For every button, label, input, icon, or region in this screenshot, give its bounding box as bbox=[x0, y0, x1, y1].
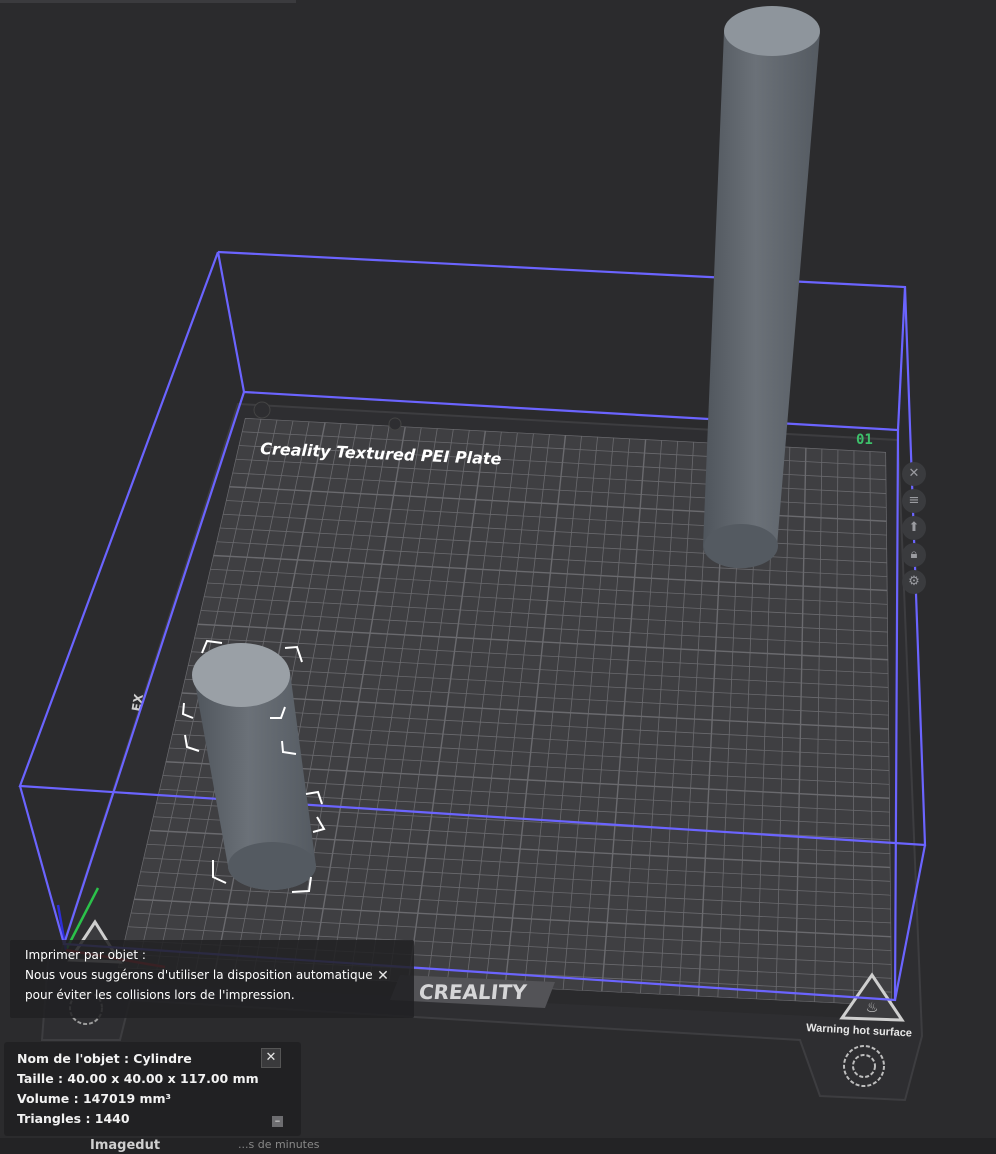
info-close-button[interactable]: ✕ bbox=[261, 1048, 281, 1068]
plate-toolbar: ✕ ≡ ⬆ 🔒︎ ⚙ bbox=[902, 462, 930, 597]
info-collapse-button[interactable]: – bbox=[272, 1115, 283, 1127]
object-triangles: Triangles : 1440 bbox=[17, 1111, 130, 1126]
close-icon[interactable]: ✕ bbox=[902, 462, 926, 486]
toast-close-button[interactable]: ✕ bbox=[374, 968, 392, 986]
lock-icon[interactable]: 🔒︎ bbox=[902, 543, 926, 567]
object-info-panel: Nom de l'objet : Cylindre Taille : 40.00… bbox=[4, 1042, 301, 1136]
toast-message-line1: Nous vous suggérons d'utiliser la dispos… bbox=[25, 968, 373, 982]
toast-message-line2: pour éviter les collisions lors de l'imp… bbox=[25, 988, 295, 1002]
object-size: Taille : 40.00 x 40.00 x 117.00 mm bbox=[17, 1071, 259, 1086]
status-right: ...s de minutes bbox=[238, 1138, 320, 1151]
notification-toast: Imprimer par objet : Nous vous suggérons… bbox=[10, 940, 414, 1018]
hot-surface-glyph: ♨ bbox=[866, 1000, 879, 1016]
plate-number[interactable]: 01 bbox=[856, 432, 873, 448]
back-edge-notch bbox=[253, 401, 271, 419]
toast-title: Imprimer par objet : bbox=[25, 948, 146, 962]
arrange-icon[interactable]: ⬆ bbox=[902, 516, 926, 540]
object-name: Nom de l'objet : Cylindre bbox=[17, 1051, 192, 1066]
back-edge-notch bbox=[388, 417, 402, 431]
status-left: Imagedut bbox=[90, 1138, 161, 1153]
settings-icon[interactable]: ⚙ bbox=[902, 570, 926, 594]
top-toolbar-edge bbox=[0, 0, 296, 3]
list-icon[interactable]: ≡ bbox=[902, 489, 926, 513]
status-bar: Imagedut ...s de minutes bbox=[0, 1138, 996, 1154]
creality-logo: CREALITY bbox=[418, 980, 528, 1004]
object-volume: Volume : 147019 mm³ bbox=[17, 1091, 172, 1106]
